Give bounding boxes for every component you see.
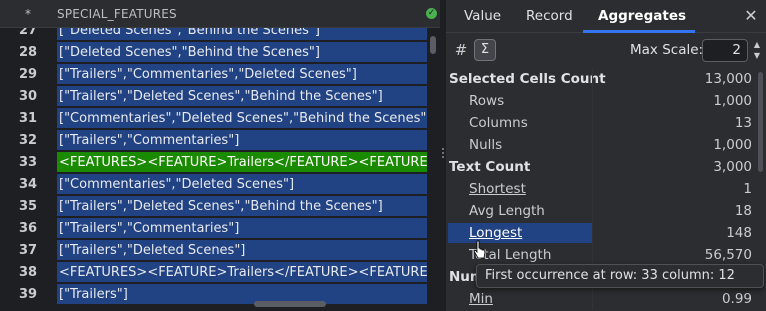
stat-value: 3,000 bbox=[713, 159, 752, 175]
grid-rows: 27 ["Deleted Scenes","Behind the Scenes"]… bbox=[0, 20, 440, 306]
table-cell[interactable]: ["Trailers","Deleted Scenes"] bbox=[57, 240, 427, 261]
shortest-link[interactable]: Shortest bbox=[469, 178, 526, 200]
chevron-up-icon[interactable]: ▲ bbox=[751, 40, 763, 50]
row-number[interactable]: 36 bbox=[0, 218, 56, 240]
table-row[interactable]: 35 ["Trailers","Deleted Scenes","Behind t… bbox=[0, 196, 440, 218]
table-row[interactable]: 31 ["Commentaries","Deleted Scenes","Behi… bbox=[0, 108, 440, 130]
check-icon: ✓ bbox=[426, 8, 437, 19]
row-number[interactable]: 33 bbox=[0, 152, 56, 174]
stat-columns: Columns 13 bbox=[446, 112, 756, 134]
stat-value: 56,570 bbox=[704, 247, 752, 263]
select-all-corner[interactable]: * bbox=[0, 0, 56, 28]
stat-shortest[interactable]: Shortest 1 bbox=[446, 178, 756, 200]
table-cell[interactable]: ["Trailers","Commentaries"] bbox=[57, 218, 427, 239]
stat-value: 18 bbox=[734, 203, 752, 219]
table-row[interactable]: 36 ["Trailers","Commentaries"] bbox=[0, 218, 440, 240]
mouse-cursor-icon bbox=[473, 240, 486, 259]
panel-tabs: Value Record Aggregates ✕ bbox=[446, 0, 766, 33]
table-cell[interactable]: ["Commentaries","Deleted Scenes"] bbox=[57, 174, 427, 195]
row-number[interactable]: 31 bbox=[0, 108, 56, 130]
row-number[interactable]: 34 bbox=[0, 174, 56, 196]
numeric-icon[interactable]: # bbox=[450, 39, 472, 61]
tooltip: First occurrence at row: 33 column: 12 bbox=[476, 264, 764, 288]
stat-value: 13,000 bbox=[704, 71, 752, 87]
stat-value: 148 bbox=[726, 225, 752, 241]
stat-label: Selected Cells Count bbox=[449, 71, 606, 87]
stat-selected-cells-count: Selected Cells Count 13,000 bbox=[446, 68, 756, 90]
table-cell[interactable]: ["Trailers","Deleted Scenes","Behind the… bbox=[57, 86, 427, 107]
horizontal-scrollbar[interactable] bbox=[254, 301, 326, 307]
stat-min[interactable]: Min 0.99 bbox=[446, 288, 756, 310]
row-number[interactable]: 37 bbox=[0, 240, 56, 262]
table-cell[interactable]: ["Deleted Scenes","Behind the Scenes"] bbox=[57, 42, 427, 63]
stat-value: 13 bbox=[734, 115, 752, 131]
table-row[interactable]: 39 ["Trailers"] bbox=[0, 284, 440, 306]
table-cell[interactable]: ["Commentaries","Deleted Scenes","Behind… bbox=[57, 108, 427, 129]
current-cell[interactable]: <FEATURES><FEATURE>Trailers</FEATURE><FE… bbox=[57, 152, 427, 173]
stat-label: Avg Length bbox=[469, 203, 545, 219]
stat-value: 1,000 bbox=[713, 137, 752, 153]
stat-total-length: Total Length 56,570 bbox=[446, 244, 756, 266]
min-link[interactable]: Min bbox=[469, 288, 493, 310]
table-row[interactable]: 30 ["Trailers","Deleted Scenes","Behind t… bbox=[0, 86, 440, 108]
close-icon[interactable]: ✕ bbox=[743, 8, 759, 24]
stat-label: Nulls bbox=[469, 137, 503, 153]
row-number[interactable]: 28 bbox=[0, 42, 56, 64]
table-cell[interactable]: ["Trailers","Commentaries"] bbox=[57, 130, 427, 151]
max-scale-label: Max Scale: bbox=[630, 42, 704, 58]
grid-header: * SPECIAL_FEATURES ✓ bbox=[0, 0, 440, 28]
table-row[interactable]: 34 ["Commentaries","Deleted Scenes"] bbox=[0, 174, 440, 196]
row-number[interactable]: 39 bbox=[0, 284, 56, 306]
row-number[interactable]: 30 bbox=[0, 86, 56, 108]
stat-label: Columns bbox=[469, 115, 528, 131]
table-cell[interactable]: ["Trailers"] bbox=[57, 284, 427, 305]
table-row[interactable]: 29 ["Trailers","Commentaries","Deleted Sc… bbox=[0, 64, 440, 86]
row-number[interactable]: 38 bbox=[0, 262, 56, 284]
stat-label: Text Count bbox=[449, 159, 531, 175]
column-header-special-features[interactable]: SPECIAL_FEATURES bbox=[57, 0, 177, 28]
stat-value: 1 bbox=[743, 181, 752, 197]
row-number[interactable]: 29 bbox=[0, 64, 56, 86]
table-cell[interactable]: <FEATURES><FEATURE>Trailers</FEATURE><FE… bbox=[57, 262, 427, 283]
results-grid: 27 ["Deleted Scenes","Behind the Scenes"]… bbox=[0, 0, 440, 311]
max-scale-input[interactable]: 2 bbox=[702, 39, 748, 62]
chevron-down-icon[interactable]: ▼ bbox=[751, 51, 763, 61]
vertical-scrollbar[interactable] bbox=[430, 36, 436, 54]
stat-value: 1,000 bbox=[713, 93, 752, 109]
table-row[interactable]: 32 ["Trailers","Commentaries"] bbox=[0, 130, 440, 152]
stat-rows: Rows 1,000 bbox=[446, 90, 756, 112]
stat-value: 0.99 bbox=[721, 291, 752, 307]
table-row[interactable]: 37 ["Trailers","Deleted Scenes"] bbox=[0, 240, 440, 262]
tab-record[interactable]: Record bbox=[526, 0, 573, 33]
stat-longest[interactable]: Longest 148 bbox=[446, 222, 756, 244]
table-cell[interactable]: ["Trailers","Commentaries","Deleted Scen… bbox=[57, 64, 427, 85]
tab-value[interactable]: Value bbox=[464, 0, 501, 33]
row-number[interactable]: 35 bbox=[0, 196, 56, 218]
tab-aggregates[interactable]: Aggregates bbox=[598, 0, 686, 33]
stat-nulls: Nulls 1,000 bbox=[446, 134, 756, 156]
aggregates-toolbar: # Σ Max Scale: 2 ▲ ▼ bbox=[446, 34, 766, 66]
drag-handle-icon[interactable] bbox=[442, 148, 444, 162]
sigma-icon[interactable]: Σ bbox=[474, 39, 496, 61]
row-number[interactable]: 32 bbox=[0, 130, 56, 152]
table-cell[interactable]: ["Trailers","Deleted Scenes","Behind the… bbox=[57, 196, 427, 217]
table-row[interactable]: 33 <FEATURES><FEATURE>Trailers</FEATURE><… bbox=[0, 152, 440, 174]
stat-avg-length: Avg Length 18 bbox=[446, 200, 756, 222]
table-row[interactable]: 28 ["Deleted Scenes","Behind the Scenes"] bbox=[0, 42, 440, 64]
table-row[interactable]: 38 <FEATURES><FEATURE>Trailers</FEATURE><… bbox=[0, 262, 440, 284]
stat-text-count: Text Count 3,000 bbox=[446, 156, 756, 178]
stat-label: Rows bbox=[469, 93, 505, 109]
active-tab-indicator bbox=[583, 30, 695, 33]
panel-scrollbar[interactable] bbox=[758, 72, 763, 172]
